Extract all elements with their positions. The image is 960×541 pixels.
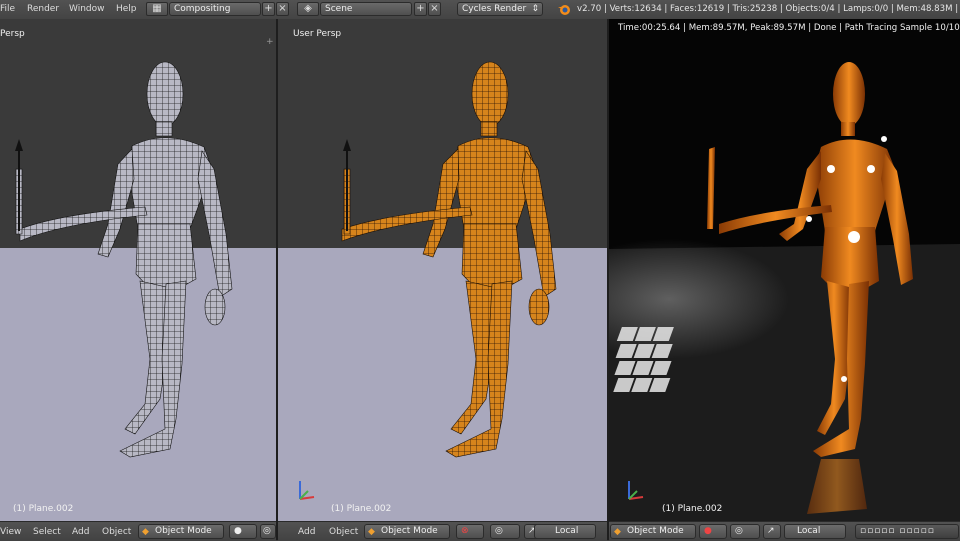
layer-buttons[interactable]: ▫▫▫▫▫ ▫▫▫▫▫ <box>855 524 959 539</box>
render-engine-label: Cycles Render <box>462 4 527 14</box>
active-object-label: (1) Plane.002 <box>662 504 723 514</box>
solid-shading-icon: ● <box>234 526 242 536</box>
viewport-left-title: Persp <box>0 29 25 39</box>
screen-layout-label: Compositing <box>174 4 231 14</box>
render-menu[interactable]: Render <box>27 4 59 14</box>
help-menu[interactable]: Help <box>116 4 137 14</box>
mode-label: Object Mode <box>155 526 212 536</box>
transform-orientation-selector[interactable]: Local <box>784 524 846 539</box>
layer-grid-icon: ▫▫▫▫▫ ▫▫▫▫▫ <box>860 526 935 536</box>
layout-icon-button[interactable]: ▦ <box>146 2 168 16</box>
object-menu[interactable]: Object <box>102 527 131 537</box>
pivot-selector[interactable]: ◎ <box>490 524 520 539</box>
viewport-middle-header: Add Object ◆ Object Mode ⊗ ◎ ↗ Local <box>278 521 607 541</box>
mode-selector[interactable]: ◆ Object Mode <box>610 524 696 539</box>
mode-selector[interactable]: ◆ Object Mode <box>138 524 224 539</box>
rendered-scene <box>609 19 960 521</box>
layout-grid-icon: ▦ <box>152 3 162 14</box>
orientation-label: Local <box>797 526 821 536</box>
blender-logo-icon[interactable] <box>557 3 571 16</box>
pivot-icon: ◎ <box>495 526 503 536</box>
plus-icon: + <box>416 3 425 14</box>
manipulator-toggle[interactable]: ↗ <box>763 524 781 539</box>
delete-scene-button[interactable]: × <box>428 2 441 16</box>
shading-selector[interactable]: ● <box>699 524 727 539</box>
file-menu[interactable]: File <box>0 4 15 14</box>
viewport-split-plus-icon[interactable]: + <box>266 37 274 47</box>
object-menu[interactable]: Object <box>329 527 358 537</box>
mode-label: Object Mode <box>627 526 684 536</box>
shading-selector[interactable]: ⊗ <box>456 524 484 539</box>
screen-layout-selector[interactable]: Compositing <box>169 2 261 16</box>
close-icon: × <box>430 3 439 14</box>
viewport-left[interactable]: Persp + (1) Plane.002 <box>0 19 276 521</box>
render-engine-selector[interactable]: Cycles Render ⇕ <box>457 2 543 16</box>
view-menu[interactable]: View <box>0 527 21 537</box>
close-icon: × <box>278 3 287 14</box>
scene-label: Scene <box>325 4 353 14</box>
active-object-label: (1) Plane.002 <box>13 504 74 514</box>
transform-icon: ↗ <box>767 526 775 536</box>
window-menu[interactable]: Window <box>69 4 105 14</box>
scene-icon: ◈ <box>304 3 312 14</box>
orientation-label: Local <box>555 526 579 536</box>
pivot-selector[interactable]: ◎ <box>260 524 276 539</box>
delete-layout-button[interactable]: × <box>276 2 289 16</box>
active-object-label: (1) Plane.002 <box>331 504 392 514</box>
pivot-selector[interactable]: ◎ <box>730 524 760 539</box>
rendered-shading-icon: ● <box>704 526 712 536</box>
pivot-icon: ◎ <box>735 526 743 536</box>
cube-icon: ◆ <box>368 527 375 537</box>
render-info-text: Time:00:25.64 | Mem:89.57M, Peak:89.57M … <box>618 23 960 33</box>
select-menu[interactable]: Select <box>33 527 61 537</box>
viewport-middle-title: User Persp <box>293 29 342 39</box>
plus-icon: + <box>264 3 273 14</box>
add-menu[interactable]: Add <box>72 527 89 537</box>
add-layout-button[interactable]: + <box>262 2 275 16</box>
transform-orientation-selector[interactable]: Local <box>534 524 596 539</box>
add-menu[interactable]: Add <box>298 527 315 537</box>
shading-selector[interactable]: ● <box>229 524 257 539</box>
mode-label: Object Mode <box>381 526 438 536</box>
cube-icon: ◆ <box>142 527 149 537</box>
cube-icon: ◆ <box>614 527 621 537</box>
solid-scene <box>278 19 607 521</box>
updown-arrows-icon: ⇕ <box>531 4 539 14</box>
scene-statistics: v2.70 | Verts:12634 | Faces:12619 | Tris… <box>577 4 960 14</box>
viewport-left-header: View Select Add Object ◆ Object Mode ● ◎ <box>0 521 276 541</box>
add-scene-button[interactable]: + <box>414 2 427 16</box>
scene-icon-button[interactable]: ◈ <box>297 2 319 16</box>
material-shading-icon: ⊗ <box>461 526 469 536</box>
viewport-middle[interactable]: User Persp (1) Plane.002 <box>278 19 607 521</box>
viewport-right-rendered[interactable]: Time:00:25.64 | Mem:89.57M, Peak:89.57M … <box>609 19 960 521</box>
info-header: File Render Window Help ▦ Compositing + … <box>0 0 960 20</box>
wireframe-scene <box>0 19 276 521</box>
mode-selector[interactable]: ◆ Object Mode <box>364 524 450 539</box>
viewport-right-header: ◆ Object Mode ● ◎ ↗ Local ▫▫▫▫▫ ▫▫▫▫▫ <box>609 521 960 541</box>
scene-selector[interactable]: Scene <box>320 2 412 16</box>
pivot-icon: ◎ <box>263 526 271 536</box>
